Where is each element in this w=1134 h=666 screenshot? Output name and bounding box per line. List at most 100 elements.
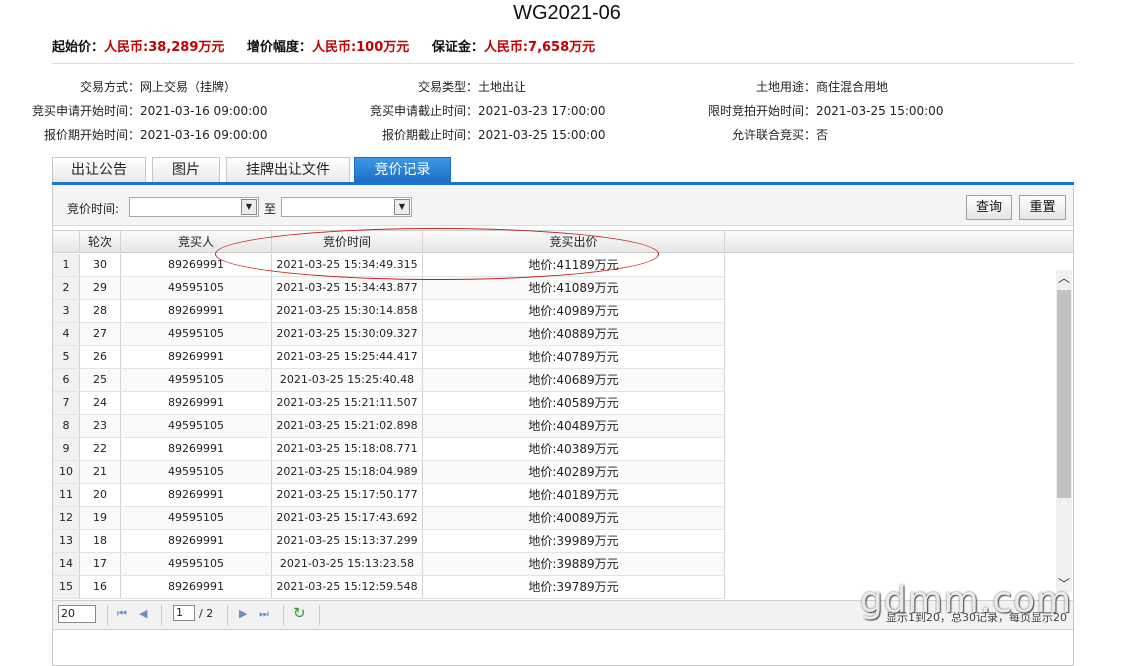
scroll-thumb[interactable]: [1057, 290, 1071, 498]
table-row[interactable]: 5 26 89269991 2021-03-25 15:25:44.417 地价:407…: [53, 346, 725, 369]
table-row[interactable]: 4 27 49595105 2021-03-25 15:30:09.327 地价:408…: [53, 323, 725, 346]
refresh-icon[interactable]: ↻: [293, 604, 306, 622]
next-page-icon[interactable]: ▶: [239, 606, 247, 622]
tab-images[interactable]: 图片: [152, 157, 220, 182]
table-row[interactable]: 3 28 89269991 2021-03-25 15:30:14.858 地价:409…: [53, 300, 725, 323]
row-round: 19: [80, 507, 121, 529]
bid-time-end-select[interactable]: ▼: [281, 197, 412, 217]
table-row[interactable]: 15 16 89269991 2021-03-25 15:12:59.548 地价:39…: [53, 576, 725, 599]
vertical-scrollbar[interactable]: ︿ ﹀: [1056, 270, 1072, 592]
tab-bar: 出让公告 图片 挂牌出让文件 竞价记录: [52, 157, 1074, 185]
row-bid-price: 地价:40189万元: [423, 484, 725, 506]
prev-page-icon[interactable]: ◀: [139, 606, 147, 622]
table-row[interactable]: 12 19 49595105 2021-03-25 15:17:43.692 地价:40…: [53, 507, 725, 530]
row-round: 22: [80, 438, 121, 460]
joint-bidding: 允许联合竞买：否: [731, 128, 829, 142]
row-bid-time: 2021-03-25 15:21:11.507: [272, 392, 423, 414]
row-bid-price: 地价:41089万元: [423, 277, 725, 299]
divider: [227, 605, 228, 625]
row-bidder: 49595105: [121, 461, 272, 483]
divider: [52, 63, 1074, 64]
bid-time-start-select[interactable]: ▼: [129, 197, 259, 217]
pagination-info: 显示1到20，总30记录，每页显示20: [886, 611, 1067, 624]
table-row[interactable]: 9 22 89269991 2021-03-25 15:18:08.771 地价:403…: [53, 438, 725, 461]
row-round: 28: [80, 300, 121, 322]
row-round: 23: [80, 415, 121, 437]
row-bid-time: 2021-03-25 15:18:04.989: [272, 461, 423, 483]
row-bid-time: 2021-03-25 15:18:08.771: [272, 438, 423, 460]
bid-records-panel: 竞价时间: ▼ 至 ▼ 查询 重置 轮次 竞买人 竞价时间 竞买出价 1 30 89…: [52, 186, 1074, 666]
row-bidder: 89269991: [121, 438, 272, 460]
table-row[interactable]: 8 23 49595105 2021-03-25 15:21:02.898 地价:404…: [53, 415, 725, 438]
reset-button[interactable]: 重置: [1019, 195, 1066, 220]
row-bid-price: 地价:39789万元: [423, 576, 725, 598]
row-bidder: 49595105: [121, 507, 272, 529]
row-bidder: 89269991: [121, 300, 272, 322]
pagination-bar: 20 ⏮ ◀ 1 / 2 ▶ ⏭ ↻ 显示1到20，总30记录，每页显示20: [53, 600, 1073, 630]
row-round: 21: [80, 461, 121, 483]
col-header-round: 轮次: [80, 231, 121, 252]
row-bid-time: 2021-03-25 15:30:09.327: [272, 323, 423, 345]
row-bidder: 49595105: [121, 369, 272, 391]
row-index: 12: [53, 507, 80, 529]
row-bidder: 89269991: [121, 254, 272, 276]
tab-announcement[interactable]: 出让公告: [52, 157, 146, 182]
row-round: 20: [80, 484, 121, 506]
page-number-input[interactable]: 1: [173, 605, 195, 621]
tab-bid-records[interactable]: 竞价记录: [354, 157, 451, 182]
row-index: 9: [53, 438, 80, 460]
scroll-up-icon[interactable]: ︿: [1056, 270, 1072, 286]
row-bid-time: 2021-03-25 15:17:43.692: [272, 507, 423, 529]
table-row[interactable]: 6 25 49595105 2021-03-25 15:25:40.48 地价:4068…: [53, 369, 725, 392]
table-row[interactable]: 11 20 89269991 2021-03-25 15:17:50.177 地价:40…: [53, 484, 725, 507]
row-index: 6: [53, 369, 80, 391]
price-summary: 起始价：人民币:38,289万元 增价幅度：人民币:100万元 保证金：人民币:…: [52, 36, 613, 55]
row-bid-price: 地价:40889万元: [423, 323, 725, 345]
row-bid-price: 地价:41189万元: [423, 254, 725, 276]
row-round: 30: [80, 254, 121, 276]
col-header-bidder: 竞买人: [121, 231, 272, 252]
row-bidder: 89269991: [121, 484, 272, 506]
divider: [319, 605, 320, 625]
row-bid-price: 地价:40489万元: [423, 415, 725, 437]
table-row[interactable]: 13 18 89269991 2021-03-25 15:13:37.299 地价:39…: [53, 530, 725, 553]
table-row[interactable]: 1 30 89269991 2021-03-25 15:34:49.315 地价:411…: [53, 254, 725, 277]
row-round: 27: [80, 323, 121, 345]
row-round: 18: [80, 530, 121, 552]
row-bid-time: 2021-03-25 15:34:49.315: [272, 254, 423, 276]
table-row[interactable]: 2 29 49595105 2021-03-25 15:34:43.877 地价:410…: [53, 277, 725, 300]
row-bid-price: 地价:40589万元: [423, 392, 725, 414]
table-row[interactable]: 10 21 49595105 2021-03-25 15:18:04.989 地价:40…: [53, 461, 725, 484]
last-page-icon[interactable]: ⏭: [259, 606, 269, 622]
bid-time-label: 竞价时间:: [67, 202, 120, 216]
scroll-down-icon[interactable]: ﹀: [1056, 576, 1072, 592]
row-bid-time: 2021-03-25 15:13:23.58: [272, 553, 423, 575]
row-bidder: 49595105: [121, 323, 272, 345]
page-size-select[interactable]: 20: [58, 605, 96, 623]
chevron-down-icon[interactable]: ▼: [241, 199, 257, 215]
search-button[interactable]: 查询: [966, 195, 1012, 220]
row-round: 29: [80, 277, 121, 299]
row-bid-time: 2021-03-25 15:17:50.177: [272, 484, 423, 506]
divider: [107, 605, 108, 625]
row-bidder: 49595105: [121, 553, 272, 575]
row-index: 13: [53, 530, 80, 552]
table-header: 轮次 竞买人 竞价时间 竞买出价: [53, 231, 1073, 253]
row-bidder: 49595105: [121, 277, 272, 299]
row-round: 25: [80, 369, 121, 391]
row-bid-time: 2021-03-25 15:21:02.898: [272, 415, 423, 437]
table-row[interactable]: 7 24 89269991 2021-03-25 15:21:11.507 地价:405…: [53, 392, 725, 415]
row-bidder: 89269991: [121, 392, 272, 414]
row-bidder: 49595105: [121, 415, 272, 437]
table-row[interactable]: 14 17 49595105 2021-03-25 15:13:23.58 地价:398…: [53, 553, 725, 576]
first-page-icon[interactable]: ⏮: [117, 606, 127, 622]
row-bid-time: 2021-03-25 15:13:37.299: [272, 530, 423, 552]
chevron-down-icon[interactable]: ▼: [394, 199, 410, 215]
row-round: 24: [80, 392, 121, 414]
tab-listing-documents[interactable]: 挂牌出让文件: [226, 157, 350, 182]
row-index: 11: [53, 484, 80, 506]
divider: [161, 605, 162, 625]
row-round: 17: [80, 553, 121, 575]
row-bidder: 89269991: [121, 530, 272, 552]
row-bid-price: 地价:40389万元: [423, 438, 725, 460]
